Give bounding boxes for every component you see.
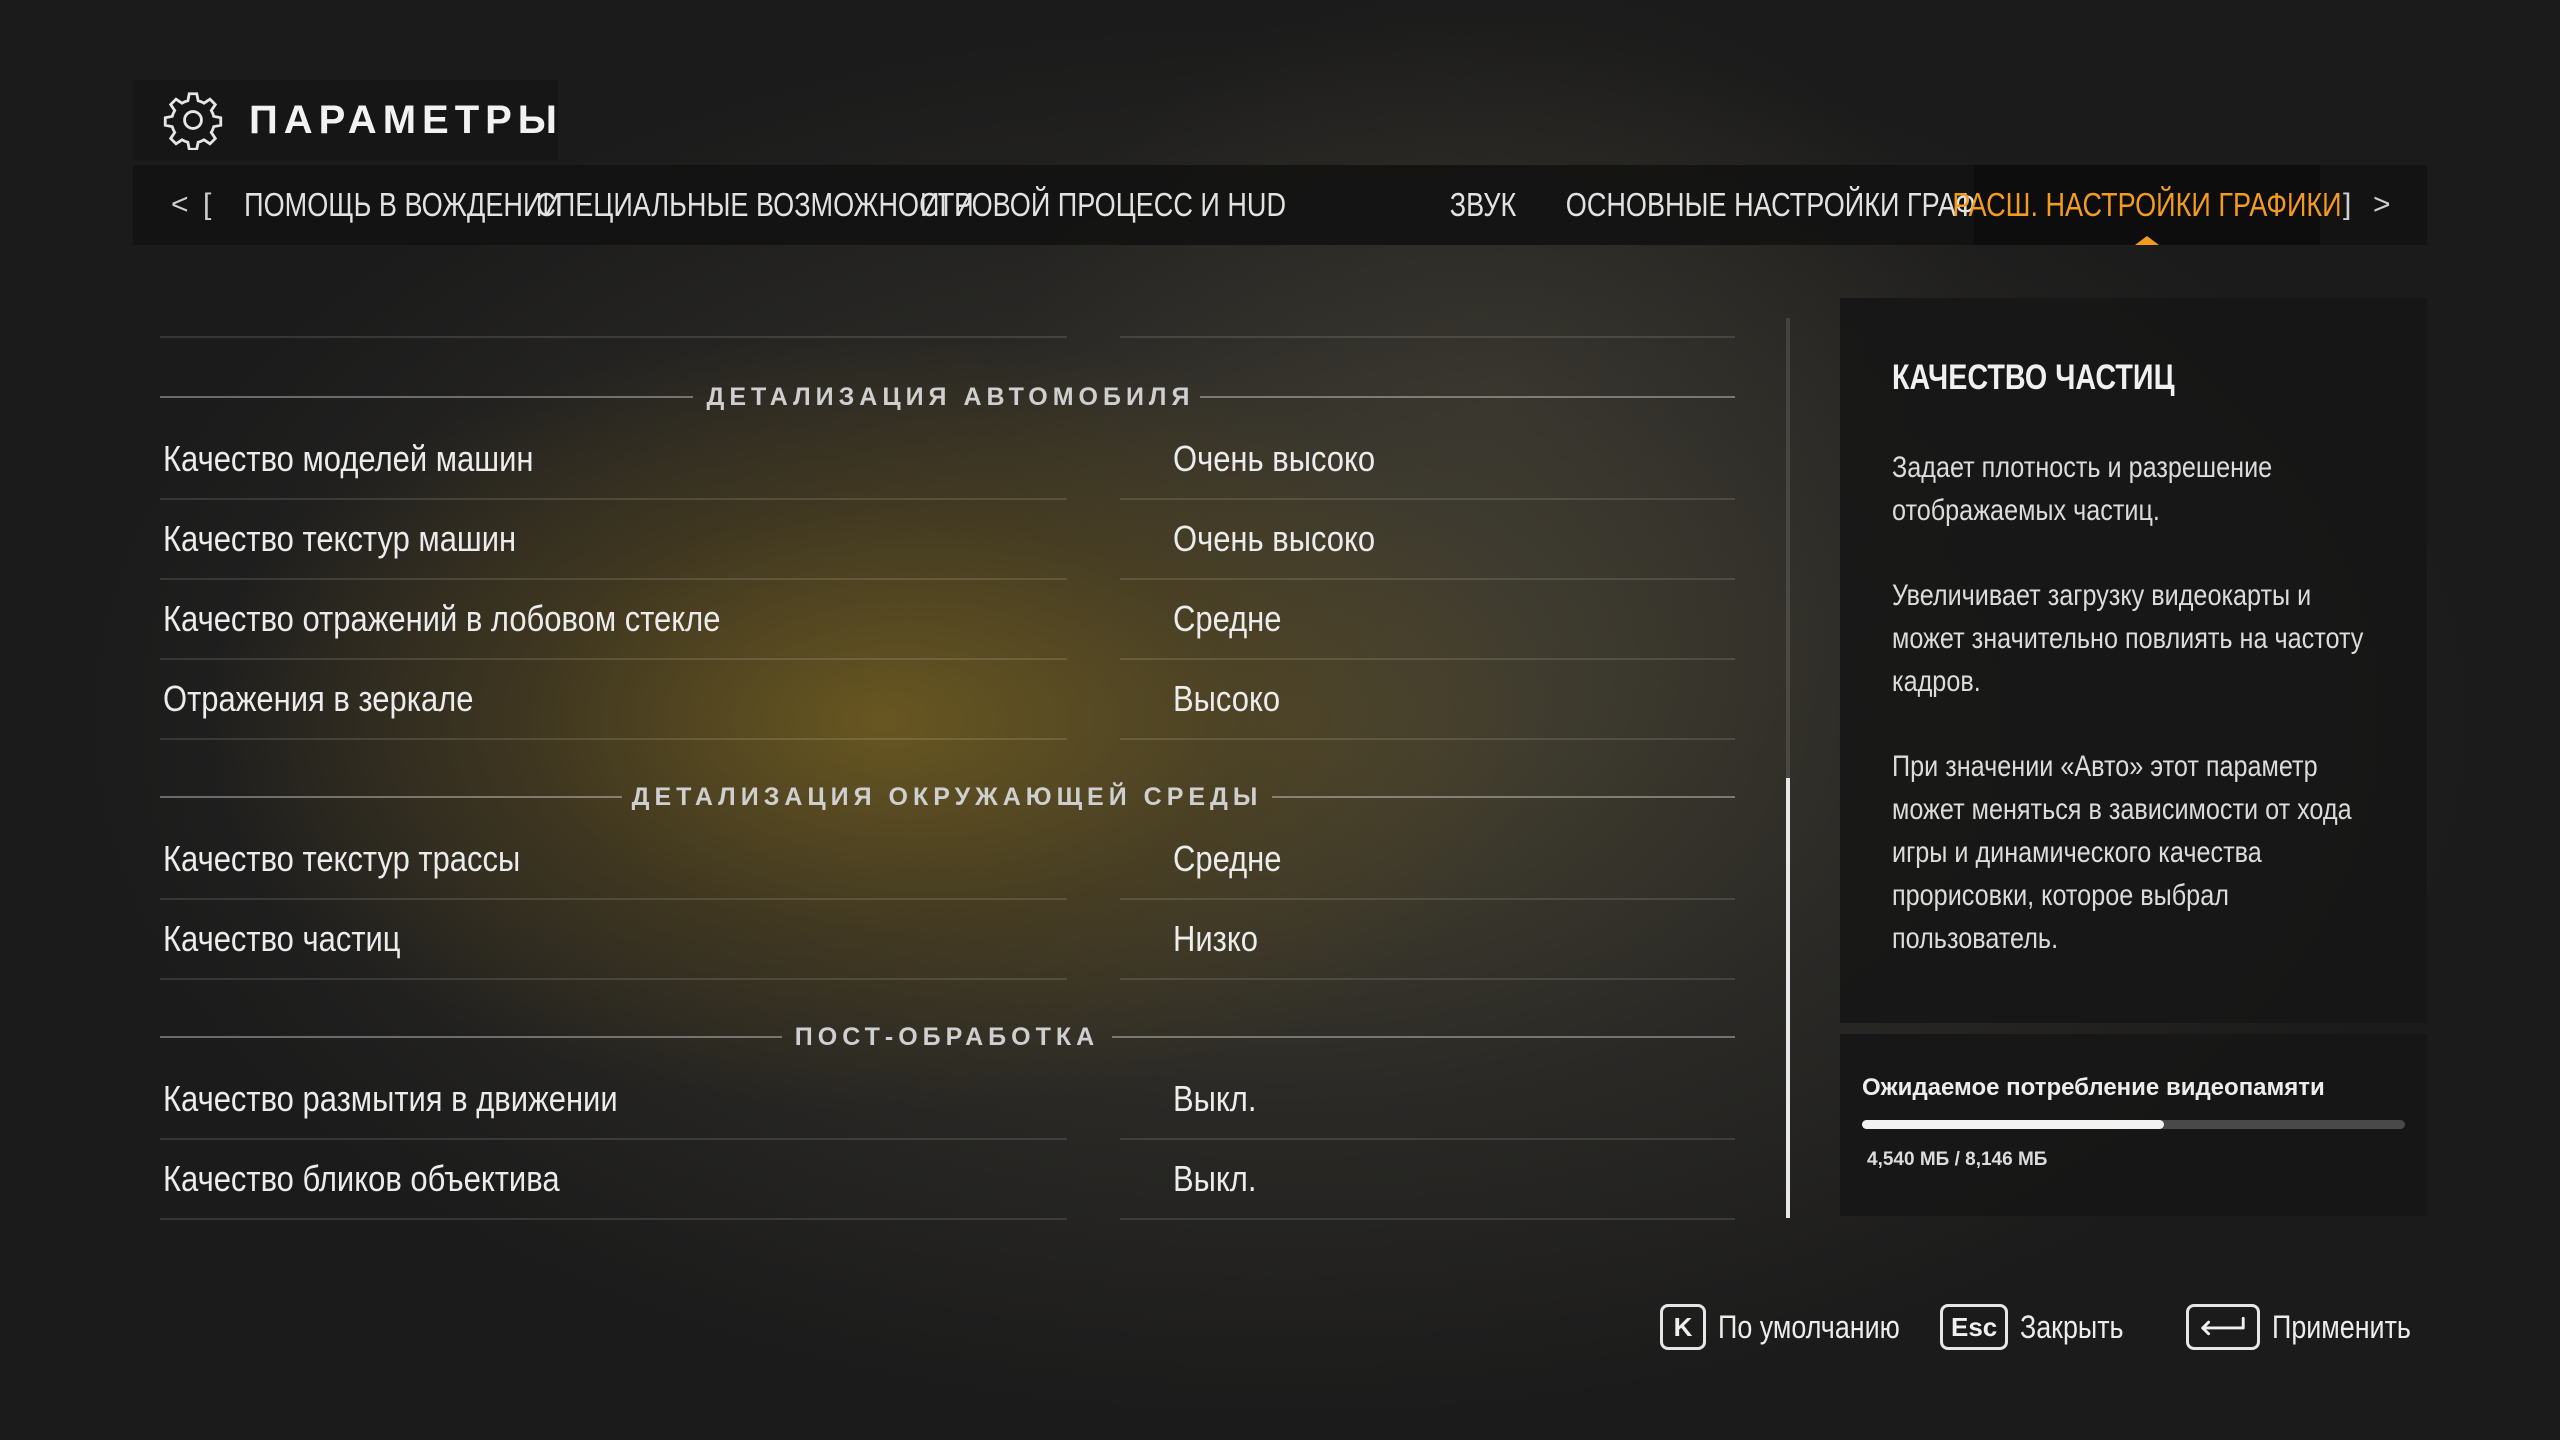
vram-usage-text: 4,540 МБ / 8,146 МБ [1867, 1149, 2048, 1170]
setting-value[interactable]: Выкл. [1173, 1060, 1256, 1138]
setting-label: Отражения в зеркале [163, 678, 474, 719]
section-header-post-processing: ПОСТ-ОБРАБОТКА [160, 1017, 1735, 1057]
tab-label: РАСШ. НАСТРОЙКИ ГРАФИКИ [1952, 186, 2342, 223]
setting-label: Качество размытия в движении [163, 1078, 618, 1119]
setting-row[interactable]: Качество моделей машин Очень высоко [160, 420, 1735, 500]
setting-value[interactable]: Высоко [1173, 660, 1280, 738]
close-button[interactable]: Esc Закрыть [1940, 1302, 2144, 1352]
settings-scrollbar[interactable] [1786, 318, 1790, 1218]
tab-bar: < [ ПОМОЩЬ В ВОЖДЕНИИ СПЕЦИАЛЬНЫЕ ВОЗМОЖ… [133, 165, 2427, 245]
description-paragraph: Задает плотность и разрешение отображаем… [1892, 451, 2273, 527]
enter-key-icon [2186, 1304, 2260, 1350]
setting-row[interactable]: Качество отражений в лобовом стекле Сред… [160, 580, 1735, 660]
row-divider [160, 336, 1067, 338]
tab-prev-arrow-icon[interactable]: < [171, 165, 189, 245]
section-header-environment: ДЕТАЛИЗАЦИЯ ОКРУЖАЮЩЕЙ СРЕДЫ [160, 777, 1735, 817]
setting-value[interactable]: Очень высоко [1173, 420, 1375, 498]
settings-header: ПАРАМЕТРЫ [133, 80, 558, 160]
setting-label: Качество текстур трассы [163, 838, 521, 879]
setting-row[interactable]: Качество частиц Низко [160, 900, 1735, 980]
setting-row[interactable]: Отражения в зеркале Высоко [160, 660, 1735, 740]
k-key-icon: K [1660, 1304, 1706, 1350]
tab-accessibility[interactable]: СПЕЦИАЛЬНЫЕ ВОЗМОЖНОСТИ [536, 165, 974, 245]
section-title: ДЕТАЛИЗАЦИЯ АВТОМОБИЛЯ [706, 383, 1195, 411]
tab-sound[interactable]: ЗВУК [1383, 165, 1583, 245]
section-title: ДЕТАЛИЗАЦИЯ ОКРУЖАЮЩЕЙ СРЕДЫ [631, 783, 1263, 811]
vram-usage-bar [1862, 1120, 2405, 1129]
tab-basic-graphics[interactable]: ОСНОВНЫЕ НАСТРОЙКИ ГРАФИКИ [1565, 165, 2031, 245]
setting-label: Качество бликов объектива [163, 1158, 560, 1199]
default-label: По умолчанию [1718, 1308, 1900, 1345]
page-title: ПАРАМЕТРЫ [249, 97, 563, 142]
setting-label: Качество отражений в лобовом стекле [163, 598, 721, 639]
tab-gameplay-hud[interactable]: ИГРОВОЙ ПРОЦЕСС И HUD [920, 165, 1287, 245]
setting-value[interactable]: Низко [1173, 900, 1258, 978]
default-button[interactable]: K По умолчанию [1660, 1302, 1934, 1352]
tab-advanced-graphics[interactable]: РАСШ. НАСТРОЙКИ ГРАФИКИ [1952, 165, 2342, 245]
setting-row[interactable]: Качество размытия в движении Выкл. [160, 1060, 1735, 1140]
active-tab-indicator [2135, 236, 2159, 245]
row-divider [1120, 336, 1735, 338]
vram-title: Ожидаемое потребление видеопамяти [1862, 1074, 2325, 1101]
tab-label: СПЕЦИАЛЬНЫЕ ВОЗМОЖНОСТИ [536, 186, 974, 223]
setting-row[interactable]: Качество текстур трассы Средне [160, 820, 1735, 900]
setting-value[interactable]: Очень высоко [1173, 500, 1375, 578]
apply-button[interactable]: Применить [2186, 1302, 2437, 1352]
tab-next-arrow-icon[interactable]: > [2373, 165, 2391, 245]
tab-label: ОСНОВНЫЕ НАСТРОЙКИ ГРАФИКИ [1565, 186, 2031, 223]
setting-row[interactable]: Качество текстур машин Очень высоко [160, 500, 1735, 580]
gear-icon [163, 90, 223, 150]
setting-value[interactable]: Средне [1173, 820, 1282, 898]
setting-value[interactable]: Средне [1173, 580, 1282, 658]
setting-label: Качество моделей машин [163, 438, 534, 479]
section-title: ПОСТ-ОБРАБОТКА [794, 1023, 1100, 1051]
scrollbar-thumb[interactable] [1786, 778, 1790, 1218]
esc-key-icon: Esc [1940, 1304, 2009, 1350]
tab-label: ЗВУК [1449, 186, 1517, 223]
description-panel: КАЧЕСТВО ЧАСТИЦ Задает плотность и разре… [1840, 298, 2427, 1023]
tab-driving-assist[interactable]: ПОМОЩЬ В ВОЖДЕНИИ [244, 165, 562, 245]
vram-usage-panel: Ожидаемое потребление видеопамяти 4,540 … [1840, 1034, 2427, 1216]
setting-label: Качество текстур машин [163, 518, 517, 559]
description-paragraph: Увеличивает загрузку видеокарты и может … [1892, 579, 2364, 698]
setting-value[interactable]: Выкл. [1173, 1140, 1256, 1218]
setting-row[interactable]: Качество бликов объектива Выкл. [160, 1140, 1735, 1220]
tab-label: ИГРОВОЙ ПРОЦЕСС И HUD [920, 186, 1287, 223]
setting-label: Качество частиц [163, 918, 401, 959]
tab-prev-bracket: [ [203, 188, 212, 221]
vram-usage-fill [1862, 1120, 2165, 1129]
tab-next-bracket: ] [2343, 188, 2352, 221]
description-title: КАЧЕСТВО ЧАСТИЦ [1892, 358, 2175, 397]
section-header-vehicle: ДЕТАЛИЗАЦИЯ АВТОМОБИЛЯ [160, 377, 1735, 417]
description-paragraph: При значении «Авто» этот параметр может … [1892, 750, 2352, 955]
tab-label: ПОМОЩЬ В ВОЖДЕНИИ [244, 186, 562, 223]
close-label: Закрыть [2020, 1308, 2124, 1345]
apply-label: Применить [2272, 1308, 2411, 1345]
